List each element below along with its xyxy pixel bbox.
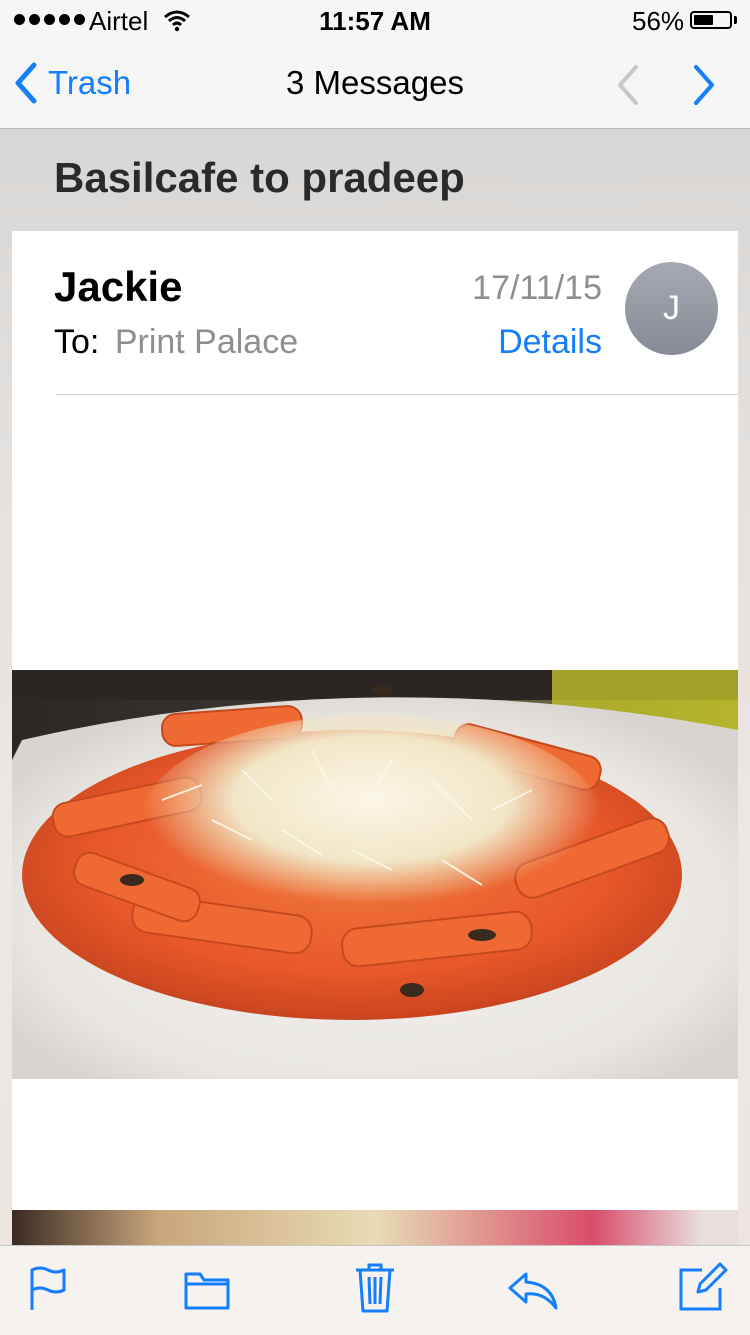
- folder-icon: [184, 1272, 230, 1310]
- to-label: To:: [54, 323, 100, 361]
- move-to-folder-button[interactable]: [184, 1270, 230, 1315]
- chevron-down-icon: [694, 65, 714, 105]
- previous-message-button[interactable]: [616, 64, 640, 111]
- delete-button[interactable]: [354, 1262, 396, 1319]
- bottom-toolbar: [0, 1245, 750, 1335]
- navigation-bar: Trash 3 Messages: [0, 40, 750, 129]
- battery-icon: [690, 11, 732, 29]
- chevron-up-icon: [618, 65, 638, 105]
- message-card: Jackie To: Print Palace 17/11/15 Details…: [12, 231, 738, 1246]
- thread-subject: Basilcafe to pradeep: [54, 154, 465, 201]
- trash-icon: [356, 1263, 394, 1313]
- battery-percentage: 56%: [632, 6, 685, 36]
- avatar-initial: J: [663, 289, 680, 327]
- header-divider: [56, 394, 738, 395]
- attached-photo[interactable]: [12, 670, 738, 1079]
- flag-button[interactable]: [28, 1266, 68, 1317]
- sender-avatar[interactable]: J: [625, 262, 718, 355]
- next-message-button[interactable]: [692, 64, 716, 111]
- status-bar: Airtel 11:57 AM 56%: [0, 0, 750, 40]
- compose-icon: [679, 1262, 728, 1311]
- reply-icon: [508, 1272, 558, 1310]
- sender-name: Jackie: [54, 263, 183, 310]
- recipient-name[interactable]: Print Palace: [115, 323, 298, 361]
- reply-button[interactable]: [506, 1270, 560, 1315]
- battery-tip: [734, 16, 737, 24]
- flag-icon: [30, 1266, 66, 1310]
- message-date: 17/11/15: [472, 269, 602, 307]
- recipient-row: To: Print Palace: [54, 323, 298, 362]
- battery-level: [694, 15, 713, 25]
- details-link[interactable]: Details: [498, 323, 602, 362]
- compose-button[interactable]: [678, 1262, 728, 1317]
- second-attached-photo[interactable]: [12, 1210, 738, 1246]
